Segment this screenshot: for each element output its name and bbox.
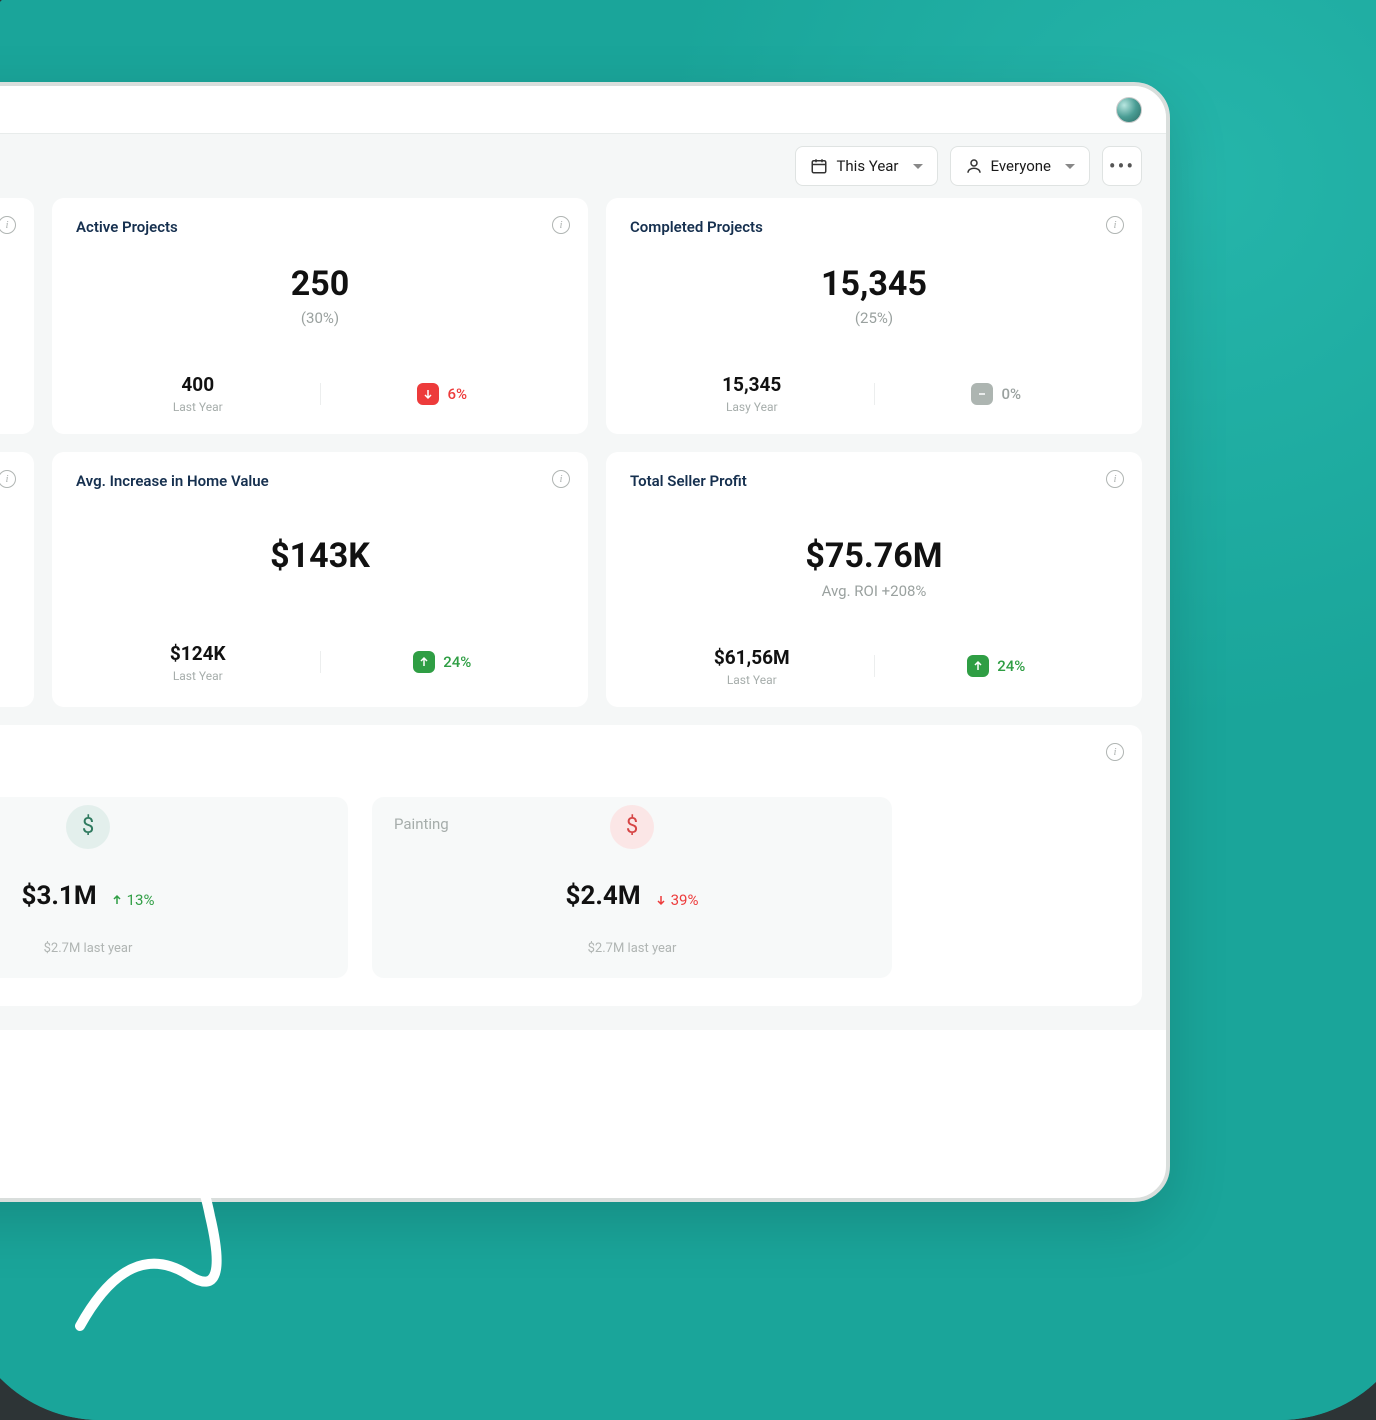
arrow-up-icon: [111, 894, 123, 906]
metric-card-home-value: Avg. Increase in Home Value i $143K $124…: [52, 452, 588, 706]
chevron-down-icon: [1065, 164, 1075, 169]
chevron-down-icon: [913, 164, 923, 169]
prev-value: $124K: [76, 642, 320, 665]
metric-value: $143K: [76, 538, 564, 575]
ellipsis-icon: •••: [1109, 156, 1135, 176]
content-area: i 13,456 000 Year 6%: [0, 198, 1166, 1030]
person-icon: [965, 157, 983, 175]
metric-card-partial: i 13,456 000 Year 6%: [0, 198, 34, 434]
prev-label: Last Year: [76, 400, 320, 414]
arrow-up-icon: [413, 651, 435, 673]
dollar-icon: $: [66, 805, 110, 849]
category-sub: $2.7M last year: [0, 941, 326, 956]
delta-value: 6%: [447, 385, 467, 403]
arrow-down-icon: [417, 383, 439, 405]
info-icon[interactable]: i: [552, 470, 570, 488]
delta-value: 24%: [443, 653, 471, 671]
dashboard-device: This Year Everyone ••• i 13,456 000 Year: [0, 82, 1170, 1202]
time-filter-dropdown[interactable]: This Year: [795, 146, 937, 186]
more-button[interactable]: •••: [1102, 146, 1142, 186]
dollar-icon: $: [610, 805, 654, 849]
arrow-down-icon: [655, 894, 667, 906]
topbar: [0, 86, 1166, 134]
metric-sub: (25%): [630, 309, 1118, 327]
category-card-painting: Painting $ $2.4M 39% $2.7M last year: [372, 797, 892, 978]
metric-card-completed-projects: Completed Projects i 15,345 (25%) 15,345…: [606, 198, 1142, 434]
arrow-up-icon: [967, 655, 989, 677]
prev-value: $61,56M: [630, 646, 874, 669]
minus-icon: [971, 383, 993, 405]
info-icon[interactable]: i: [1106, 216, 1124, 234]
category-value: $2.4M: [566, 881, 641, 911]
delta-value: 24%: [997, 657, 1025, 675]
prev-label: Lasy Year: [630, 400, 874, 414]
prev-value: 15,345: [630, 373, 874, 396]
info-icon[interactable]: i: [0, 216, 16, 234]
category-sub: $2.7M last year: [394, 941, 870, 956]
metric-value: 15,345: [630, 266, 1118, 303]
toolbar: This Year Everyone •••: [0, 134, 1166, 198]
time-filter-label: This Year: [836, 157, 898, 175]
avatar[interactable]: [1116, 97, 1142, 123]
category-delta: 13%: [111, 891, 155, 909]
prev-label: Last Year: [630, 673, 874, 687]
people-filter-label: Everyone: [991, 157, 1051, 175]
info-icon[interactable]: i: [0, 470, 16, 488]
metric-card-active-projects: Active Projects i 250 (30%) 400 Last Yea…: [52, 198, 588, 434]
category-card-electricity: Electricity $ $3.1M 13% $2.7M last year: [0, 797, 348, 978]
metric-card-seller-profit: Total Seller Profit i $75.76M Avg. ROI +…: [606, 452, 1142, 706]
metric-sub: Avg. ROI +208%: [630, 582, 1118, 600]
category-panel: i Electricity $ $3.1M 13% $2.7M last yea…: [0, 725, 1142, 1006]
metric-value: 13,456: [0, 238, 10, 275]
people-filter-dropdown[interactable]: Everyone: [950, 146, 1090, 186]
metric-value: 250: [76, 266, 564, 303]
card-title: Total Seller Profit: [630, 472, 1118, 490]
info-icon[interactable]: i: [1106, 470, 1124, 488]
info-icon[interactable]: i: [552, 216, 570, 234]
category-title: Electricity: [0, 815, 326, 833]
card-title: Completed Projects: [630, 218, 1118, 236]
card-title: Active Projects: [76, 218, 564, 236]
delta-value: 0%: [1001, 385, 1021, 403]
metric-value: $15.76M: [0, 538, 10, 575]
metric-value: $75.76M: [630, 538, 1118, 575]
calendar-icon: [810, 157, 828, 175]
card-title: Avg. Increase in Home Value: [76, 472, 564, 490]
prev-label: Last Year: [76, 669, 320, 683]
metric-card-cost: Cost i $15.76M 56M ar 24%: [0, 452, 34, 706]
prev-value: 400: [76, 373, 320, 396]
category-delta: 39%: [655, 891, 699, 909]
category-value: $3.1M: [22, 881, 97, 911]
info-icon[interactable]: i: [1106, 743, 1124, 761]
metric-sub: (30%): [76, 309, 564, 327]
